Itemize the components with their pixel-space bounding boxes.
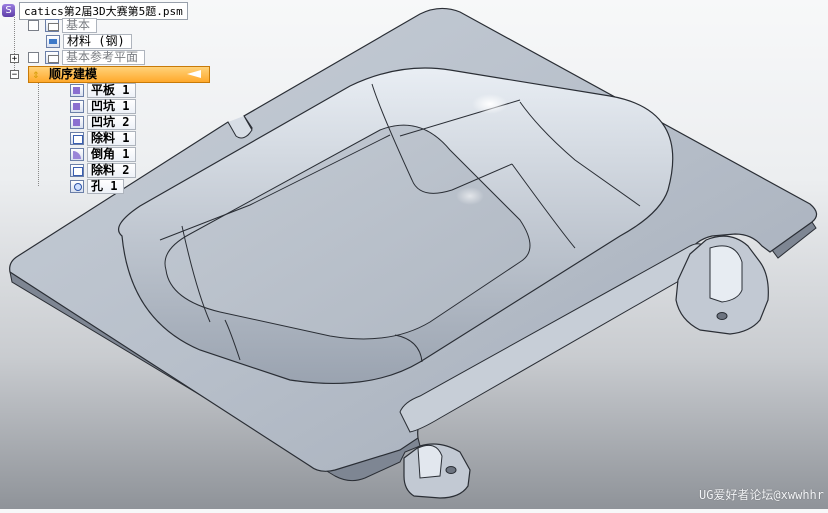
- feature-label: 除料 2: [87, 163, 137, 178]
- tree-item-base[interactable]: 基本: [28, 18, 98, 33]
- feature-item[interactable]: 凹坑 2: [70, 115, 137, 130]
- feature-label: 除料 1: [87, 131, 137, 146]
- feature-label: 凹坑 1: [87, 99, 137, 114]
- tree-item-label: 基本: [62, 18, 98, 33]
- tree-item-material[interactable]: 材料 (钢): [46, 34, 132, 49]
- tree-item-label: 基本参考平面: [62, 50, 146, 65]
- part-icon: [70, 84, 84, 97]
- tree-item-label: 顺序建模: [49, 67, 98, 81]
- feature-item[interactable]: 除料 2: [70, 163, 137, 178]
- tree-item-label: 材料 (钢): [63, 34, 132, 49]
- visibility-checkbox[interactable]: [28, 20, 39, 31]
- expand-ref-planes-toggle[interactable]: +: [10, 54, 19, 64]
- hole-icon: [70, 180, 84, 193]
- path-finder-tree: S catics第2届3D大赛第5题.psm 基本 材料 (钢) + 基本参考平…: [0, 0, 230, 200]
- chamfer-icon: [70, 148, 84, 161]
- feature-item[interactable]: 除料 1: [70, 131, 137, 146]
- cutout-icon: [70, 132, 84, 145]
- hole-right: [716, 312, 728, 320]
- visibility-checkbox[interactable]: [28, 52, 39, 63]
- tree-root[interactable]: S catics第2届3D大赛第5题.psm: [2, 1, 188, 20]
- solid-edge-app-icon: S: [2, 4, 15, 17]
- feature-item[interactable]: 凹坑 1: [70, 99, 137, 114]
- dimple-icon: [70, 116, 84, 129]
- file-name: catics第2届3D大赛第5题.psm: [19, 1, 188, 20]
- cutout-icon: [70, 164, 84, 177]
- tree-item-ordered-modeling[interactable]: ⇕ 顺序建模: [28, 66, 210, 83]
- ordered-modeling-icon: ⇕: [32, 67, 40, 81]
- tree-item-ref-planes[interactable]: 基本参考平面: [28, 50, 146, 65]
- feature-label: 平板 1: [87, 83, 137, 98]
- feature-label: 孔 1: [87, 179, 125, 194]
- ref-plane-icon: [45, 51, 59, 64]
- material-icon: [46, 35, 60, 48]
- feature-label: 倒角 1: [87, 147, 137, 162]
- collapse-ordered-toggle[interactable]: −: [10, 70, 19, 80]
- watermark: UG爱好者论坛@xwwhhr: [698, 488, 824, 502]
- feature-item[interactable]: 倒角 1: [70, 147, 137, 162]
- rollback-arrow-icon[interactable]: [187, 70, 201, 78]
- feature-item[interactable]: 孔 1: [70, 179, 125, 194]
- hole-bottom: [445, 466, 457, 474]
- dimple-icon: [70, 100, 84, 113]
- feature-item[interactable]: 平板 1: [70, 83, 137, 98]
- base-icon: [45, 19, 59, 32]
- feature-label: 凹坑 2: [87, 115, 137, 130]
